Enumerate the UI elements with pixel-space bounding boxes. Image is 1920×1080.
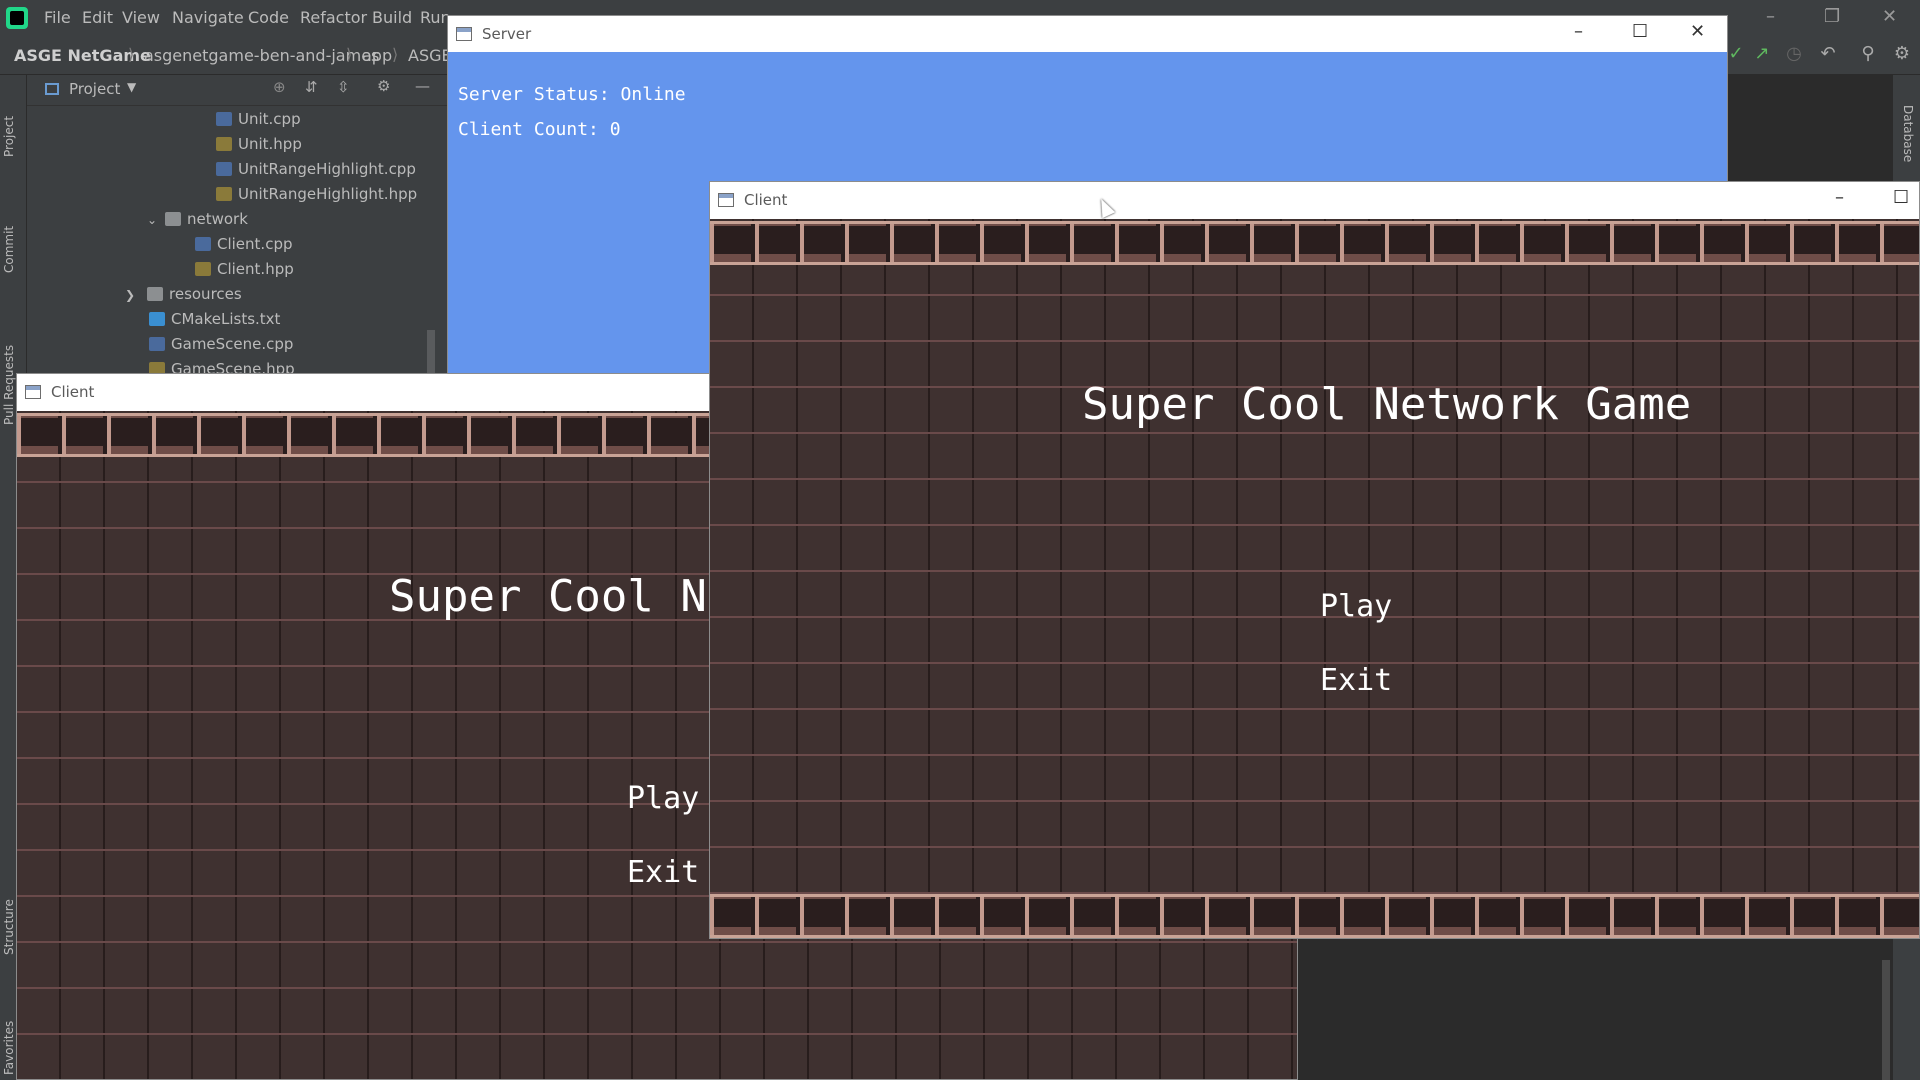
- tree-item-label: resources: [169, 285, 242, 303]
- tree-file-gamescene-cpp[interactable]: GameScene.cpp: [149, 333, 293, 355]
- hide-panel-icon[interactable]: —: [415, 77, 430, 95]
- play-menu-option[interactable]: Play: [627, 781, 699, 816]
- tree-folder-network[interactable]: ⌄ network: [147, 208, 248, 230]
- expand-all-icon[interactable]: ⇵: [305, 78, 318, 96]
- hpp-file-icon: [195, 262, 211, 276]
- cmake-file-icon: [149, 312, 165, 326]
- tree-item-label: Client.cpp: [217, 235, 293, 253]
- ide-close-icon[interactable]: ✕: [1882, 6, 1897, 27]
- tree-item-label: GameScene.cpp: [171, 335, 294, 353]
- undo-icon[interactable]: ↶: [1818, 44, 1838, 64]
- exit-menu-option[interactable]: Exit: [1320, 663, 1392, 698]
- menu-view[interactable]: View: [122, 8, 160, 27]
- breadcrumb-separator-icon: ⟩: [346, 45, 353, 64]
- game-title-text: Super Cool Network Game: [1082, 379, 1692, 430]
- breadcrumb-app[interactable]: app: [362, 46, 392, 65]
- search-icon[interactable]: ⚲: [1858, 44, 1878, 64]
- folder-icon: [165, 212, 181, 226]
- chevron-right-icon[interactable]: ❯: [125, 284, 147, 306]
- window-app-icon: [456, 27, 472, 41]
- project-tool-window: Project ▼ ⊕ ⇵ ⇳ ⚙ — Unit.cpp Unit.hpp Un…: [27, 75, 447, 378]
- tree-file-client-hpp[interactable]: Client.hpp: [195, 258, 294, 280]
- tool-structure[interactable]: Structure: [2, 899, 16, 955]
- window-app-icon: [718, 193, 734, 207]
- server-titlebar[interactable]: Server – ☐ ✕: [448, 16, 1727, 52]
- tree-file-unit-cpp[interactable]: Unit.cpp: [216, 108, 301, 130]
- tool-favorites[interactable]: Favorites: [2, 1021, 16, 1075]
- tool-project[interactable]: Project: [2, 116, 16, 157]
- breadcrumb-separator-icon: ⟩: [128, 45, 135, 64]
- tree-scrollbar[interactable]: [427, 330, 435, 375]
- breadcrumb-separator-icon: ⟩: [392, 45, 399, 64]
- minimize-icon[interactable]: –: [1835, 187, 1844, 208]
- collapse-all-icon[interactable]: ⇳: [337, 78, 350, 96]
- project-panel-header: Project ▼ ⊕ ⇵ ⇳ ⚙ —: [27, 75, 447, 106]
- ide-restore-icon[interactable]: ❐: [1824, 6, 1840, 27]
- tree-item-label: Unit.hpp: [238, 135, 302, 153]
- cpp-file-icon: [216, 112, 232, 126]
- menu-navigate[interactable]: Navigate: [172, 8, 244, 27]
- top-brick-border: [710, 221, 1919, 265]
- cpp-file-icon: [216, 162, 232, 176]
- tree-file-cmakelists[interactable]: CMakeLists.txt: [149, 308, 280, 330]
- tree-file-unit-hpp[interactable]: Unit.hpp: [216, 133, 302, 155]
- menu-edit[interactable]: Edit: [82, 8, 113, 27]
- close-icon[interactable]: ✕: [1690, 21, 1705, 42]
- editor-scrollbar[interactable]: [1882, 960, 1890, 1080]
- tool-pull-requests[interactable]: Pull Requests: [2, 345, 16, 425]
- tree-item-label: Unit.cpp: [238, 110, 301, 128]
- hpp-file-icon: [216, 187, 232, 201]
- folder-icon: [147, 287, 163, 301]
- tool-commit[interactable]: Commit: [2, 226, 16, 273]
- vcs-update-icon[interactable]: ✓: [1726, 44, 1746, 64]
- client-front-titlebar[interactable]: Client – ☐: [710, 182, 1919, 218]
- settings-gear-icon[interactable]: ⚙: [1892, 44, 1912, 64]
- client-count-text: Client Count: 0: [458, 119, 621, 140]
- project-view-icon: [45, 83, 59, 95]
- client-window-front: Client – ☐ Super Cool Network Game Play …: [709, 181, 1920, 939]
- play-menu-option[interactable]: Play: [1320, 589, 1392, 624]
- vcs-push-icon[interactable]: ↗: [1752, 44, 1772, 64]
- clion-logo-icon: [6, 7, 28, 29]
- project-view-selector[interactable]: Project: [69, 80, 120, 98]
- tree-folder-resources[interactable]: ❯ resources: [125, 283, 242, 305]
- cpp-file-icon: [195, 237, 211, 251]
- tree-item-label: network: [187, 210, 248, 228]
- ide-minimize-icon[interactable]: –: [1766, 6, 1775, 27]
- tree-file-unitrange-hpp[interactable]: UnitRangeHighlight.hpp: [216, 183, 417, 205]
- chevron-down-icon[interactable]: ⌄: [147, 209, 165, 231]
- tree-item-label: Client.hpp: [217, 260, 294, 278]
- tree-item-label: CMakeLists.txt: [171, 310, 281, 328]
- bottom-brick-border: [710, 894, 1919, 938]
- menu-build[interactable]: Build: [372, 8, 412, 27]
- minimize-icon[interactable]: –: [1574, 21, 1583, 42]
- tree-file-unitrange-cpp[interactable]: UnitRangeHighlight.cpp: [216, 158, 416, 180]
- chevron-down-icon[interactable]: ▼: [127, 80, 136, 94]
- cpp-file-icon: [149, 337, 165, 351]
- client-back-title: Client: [51, 383, 95, 401]
- maximize-icon[interactable]: ☐: [1893, 187, 1909, 208]
- history-icon[interactable]: ◷: [1784, 44, 1804, 64]
- game-title-text: Super Cool Net: [389, 571, 760, 622]
- exit-menu-option[interactable]: Exit: [627, 855, 699, 890]
- breadcrumb-asge[interactable]: ASGE: [408, 46, 452, 65]
- maximize-icon[interactable]: ☐: [1632, 21, 1648, 42]
- hpp-file-icon: [216, 137, 232, 151]
- breadcrumb-repo[interactable]: asgenetgame-ben-and-james: [144, 46, 379, 65]
- server-status-text: Server Status: Online: [458, 84, 686, 105]
- server-window-title: Server: [482, 25, 532, 43]
- tree-file-client-cpp[interactable]: Client.cpp: [195, 233, 292, 255]
- locate-file-icon[interactable]: ⊕: [273, 78, 286, 96]
- tool-database[interactable]: Database: [1901, 105, 1915, 162]
- menu-file[interactable]: File: [44, 8, 71, 27]
- tree-item-label: UnitRangeHighlight.hpp: [238, 185, 418, 203]
- window-app-icon: [25, 385, 41, 399]
- client-front-game-canvas: Super Cool Network Game Play Exit: [710, 219, 1919, 938]
- menu-code[interactable]: Code: [248, 8, 289, 27]
- tree-item-label: UnitRangeHighlight.cpp: [238, 160, 416, 178]
- menu-refactor[interactable]: Refactor: [300, 8, 367, 27]
- gear-icon[interactable]: ⚙: [377, 77, 390, 95]
- client-front-title: Client: [744, 191, 788, 209]
